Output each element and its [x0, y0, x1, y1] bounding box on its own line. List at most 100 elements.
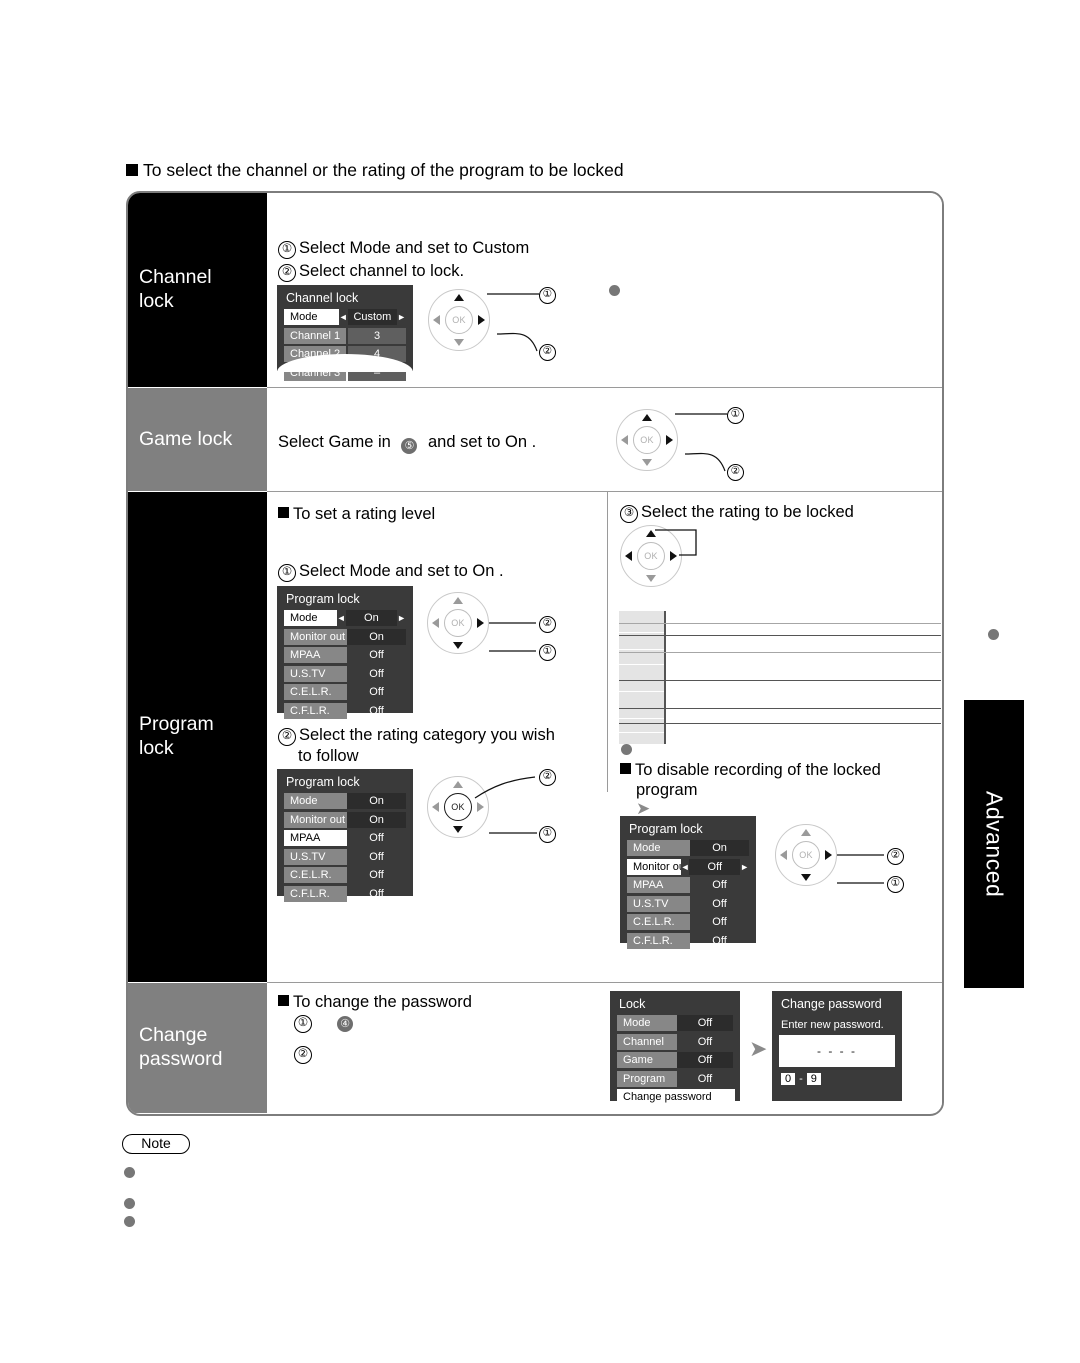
arrow-left-icon[interactable]: [780, 850, 787, 860]
osd-item-cflr[interactable]: C.F.L.R. Off: [284, 885, 406, 902]
rating-table-row-line: [619, 623, 941, 624]
osd-item-label: Mode: [284, 309, 339, 325]
arrow-down-icon[interactable]: [801, 874, 811, 881]
row-content-game-lock: Select Game in ⑤ and set to On . OK ① ②: [267, 388, 942, 491]
osd-item-monitor-out[interactable]: Monitor out On: [284, 811, 406, 828]
osd-item-label: Mode: [284, 793, 348, 809]
osd-item-monitor-out[interactable]: Monitor out ◄ Off ►: [627, 858, 749, 875]
heading-disable-recording: To disable recording of the locked: [620, 760, 881, 781]
dialog-prompt: Enter new password.: [781, 1019, 884, 1031]
rating-table-row-line: [619, 635, 941, 636]
dialog-title: Change password: [781, 997, 882, 1011]
osd-item-label: Monitor out: [284, 811, 348, 828]
osd-item-mpaa[interactable]: MPAA Off: [627, 877, 749, 893]
bullet-square-icon: [278, 995, 289, 1006]
rating-table-row-line: [619, 723, 941, 724]
password-input-value: - - - -: [817, 1044, 857, 1058]
step-text-line2: to follow: [298, 747, 359, 765]
osd-item-channel[interactable]: Channel Off: [617, 1033, 733, 1050]
game-lock-text-before: Select Game in: [278, 433, 391, 451]
osd-item-ustv[interactable]: U.S.TV Off: [284, 848, 406, 865]
osd-item-ustv[interactable]: U.S.TV Off: [627, 895, 749, 912]
osd-item-cflr[interactable]: C.F.L.R. Off: [627, 932, 749, 949]
osd-item-label: MPAA: [284, 830, 348, 846]
heading-set-rating-level-text: To set a rating level: [293, 505, 436, 523]
game-lock-step-badge: ⑤: [401, 438, 418, 454]
osd-item-mode[interactable]: Mode On: [284, 793, 406, 809]
arrow-down-icon[interactable]: [453, 642, 463, 649]
arrow-left-icon[interactable]: [432, 802, 439, 812]
osd-item-program[interactable]: Program Off: [617, 1070, 733, 1087]
note-label: Note: [122, 1134, 190, 1154]
arrow-up-icon[interactable]: [453, 597, 463, 604]
arrow-left-icon[interactable]: [621, 435, 628, 445]
osd-item-value: Off: [369, 850, 384, 863]
osd-program-lock-2: Program lock Mode On Monitor out On MPAA…: [277, 769, 413, 902]
callout-lines-program-lock-1: [489, 622, 536, 652]
ok-button[interactable]: OK: [792, 841, 820, 869]
channel-lock-step-2: ② Select channel to lock.: [278, 261, 464, 283]
osd-item-mode[interactable]: Mode Off: [617, 1015, 733, 1031]
row-label-program-lock: Program lock: [128, 492, 267, 982]
osd-item-label: Change password: [623, 1091, 712, 1103]
channel-lock-step-1: ① Select Mode and set to Custom: [278, 238, 529, 260]
osd-item-mpaa[interactable]: MPAA Off: [284, 647, 406, 663]
osd-item-mode[interactable]: Mode On: [627, 840, 749, 856]
row-label-game-lock: Game lock: [128, 388, 267, 491]
osd-item-label: Mode: [627, 840, 691, 856]
callout-1: ①: [539, 826, 556, 843]
osd-item-label: Game: [617, 1052, 677, 1068]
side-tab-advanced[interactable]: Advanced: [964, 700, 1024, 988]
osd-item-value: Off: [369, 832, 384, 844]
ok-button[interactable]: OK: [444, 609, 472, 637]
step-number: ②: [278, 264, 296, 282]
arrow-left-icon[interactable]: [432, 618, 439, 628]
row-program-lock: Program lock To set a rating level ① Sele…: [128, 492, 942, 982]
osd-item-mode[interactable]: Mode ◄ Custom ►: [284, 309, 406, 325]
arrow-up-icon[interactable]: [801, 829, 811, 836]
rating-table: [619, 611, 941, 744]
row-label-game-lock-text: Game lock: [139, 427, 233, 450]
osd-item-celr[interactable]: C.E.L.R. Off: [284, 684, 406, 700]
osd-item-cflr[interactable]: C.F.L.R. Off: [284, 702, 406, 719]
rating-table-row-line: [619, 652, 941, 653]
callout-2: ②: [539, 616, 556, 633]
heading-disable-recording-line2: program: [636, 781, 698, 799]
osd-item-value: Off: [369, 869, 384, 881]
note-label-text: Note: [141, 1135, 171, 1151]
callout-1: ①: [727, 407, 744, 424]
note-bullet-1: [124, 1167, 135, 1178]
osd-item-celr[interactable]: C.E.L.R. Off: [284, 867, 406, 883]
osd-item-value: Off: [369, 887, 384, 900]
step-number: ③: [620, 505, 638, 523]
osd-item-monitor-out[interactable]: Monitor out On: [284, 628, 406, 645]
callout-2: ②: [539, 344, 556, 361]
osd-item-label: C.F.L.R.: [284, 885, 348, 902]
osd-item-mpaa[interactable]: MPAA Off: [284, 830, 406, 846]
osd-item-channel-1[interactable]: Channel 1 3: [284, 327, 406, 344]
decorative-bullet: [621, 744, 632, 755]
decorative-bullet: [988, 629, 999, 640]
program-lock-step-2-line2: to follow: [298, 746, 359, 768]
osd-item-ustv[interactable]: U.S.TV Off: [284, 665, 406, 682]
arrow-left-icon[interactable]: [625, 551, 632, 561]
rating-table-row-line: [619, 708, 941, 709]
osd-item-game[interactable]: Game Off: [617, 1052, 733, 1068]
note-bullet-2: [124, 1198, 135, 1209]
arrow-left-icon[interactable]: [433, 315, 440, 325]
password-input[interactable]: - - - -: [779, 1035, 895, 1067]
osd-item-change-password[interactable]: Change password: [617, 1089, 735, 1106]
osd-item-value: Off: [697, 1072, 713, 1085]
osd-item-label: Channel 1: [284, 327, 347, 344]
osd-title: Program lock: [286, 775, 360, 789]
osd-item-value: Off: [712, 897, 727, 910]
osd-change-password-dialog: Change password Enter new password. - - …: [772, 991, 902, 1101]
osd-title: Lock: [619, 997, 646, 1011]
row-change-password: Change password To change the password ①…: [128, 983, 942, 1113]
osd-item-mode[interactable]: Mode ◄ On ►: [284, 610, 406, 626]
step-text: Select channel to lock.: [299, 262, 465, 280]
osd-lock-menu: Lock Mode Off Channel Off Game Off Progr…: [610, 991, 740, 1106]
osd-item-label: Mode: [617, 1015, 677, 1031]
callout-1: ①: [887, 876, 904, 893]
osd-item-celr[interactable]: C.E.L.R. Off: [627, 914, 749, 930]
